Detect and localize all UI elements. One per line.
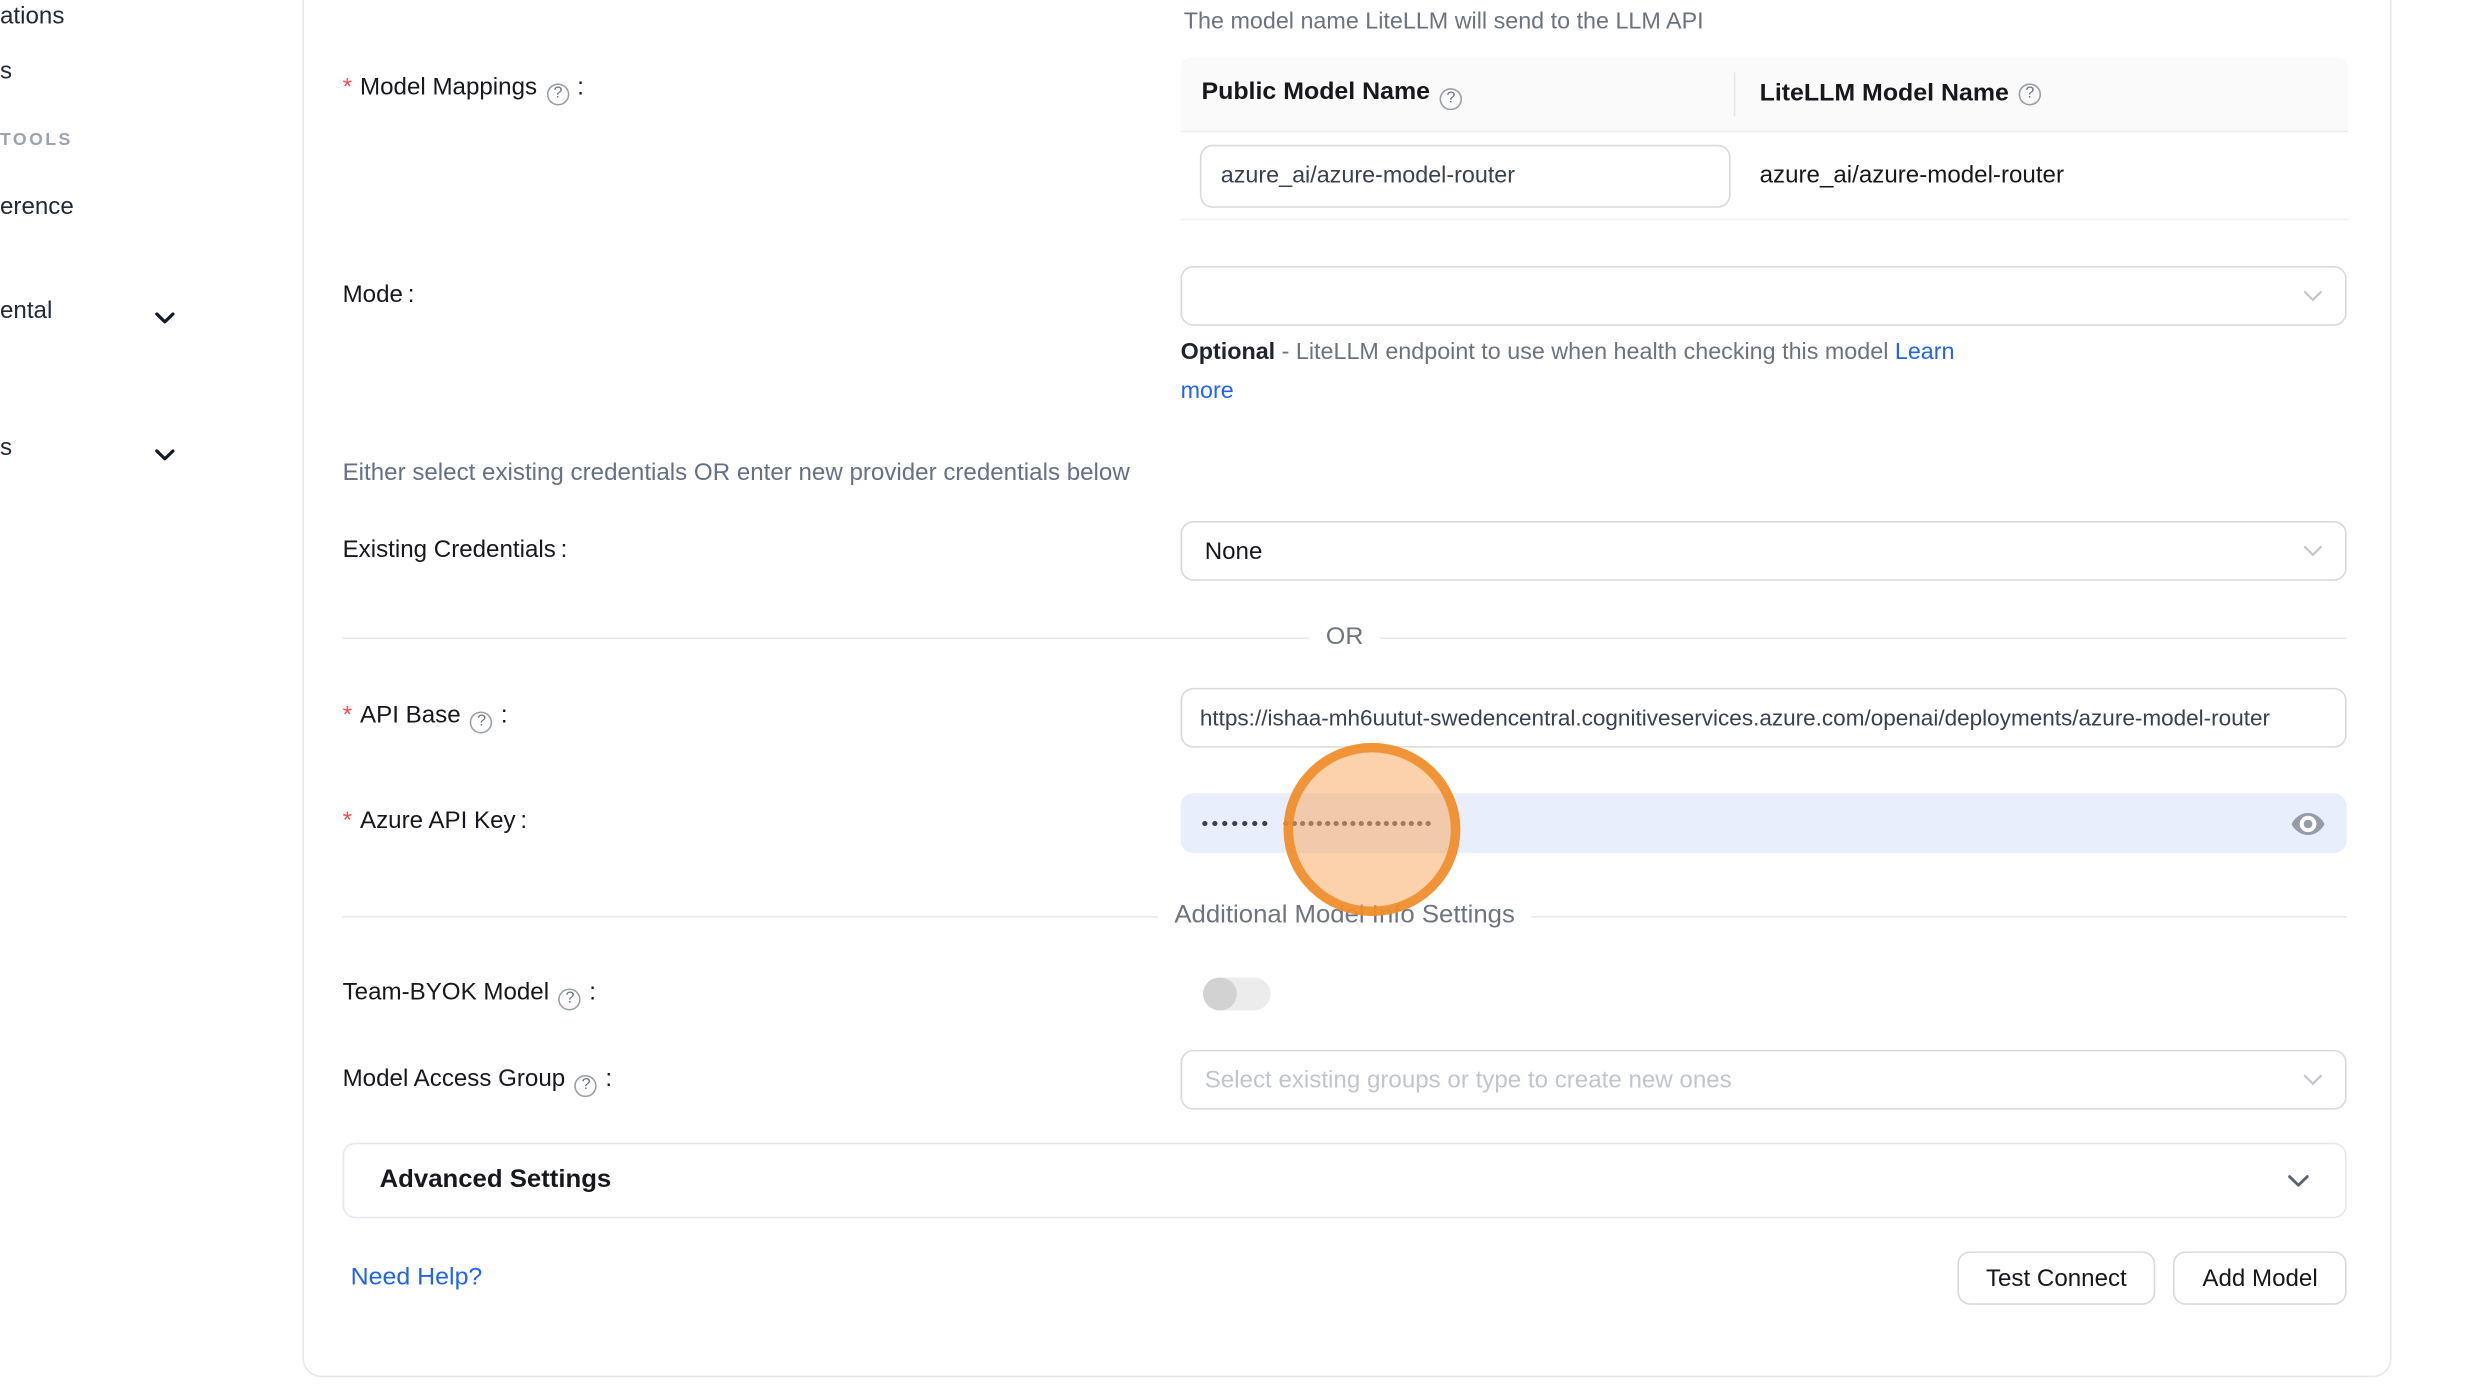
required-marker: * xyxy=(343,74,352,101)
sidebar: ations s TOOLS erence ental s xyxy=(0,0,302,1385)
sidebar-item-inference[interactable]: erence xyxy=(0,194,74,221)
model-name-helper-text: The model name LiteLLM will send to the … xyxy=(1184,9,1704,34)
help-icon[interactable]: ? xyxy=(547,83,570,105)
test-connect-button[interactable]: Test Connect xyxy=(1957,1251,2156,1305)
add-model-button[interactable]: Add Model xyxy=(2173,1251,2346,1305)
column-header-text: Public Model Name xyxy=(1201,78,1430,105)
chevron-down-icon xyxy=(154,441,175,468)
sidebar-item-label: ations xyxy=(0,3,64,30)
model-access-group-placeholder: Select existing groups or type to create… xyxy=(1205,1066,1732,1093)
page: ations s TOOLS erence ental s The model … xyxy=(0,0,2477,1385)
mode-help-text: Optional - LiteLLM endpoint to use when … xyxy=(1181,334,2017,413)
azure-api-key-label: * Azure API Key: xyxy=(343,807,528,834)
sidebar-item-integrations[interactable]: ations xyxy=(0,3,64,30)
label-colon: : xyxy=(577,74,584,101)
learn-more-line1: Learn xyxy=(1895,340,1955,365)
existing-credentials-select[interactable]: None xyxy=(1181,521,2347,581)
sidebar-item-settings[interactable]: s xyxy=(0,434,193,461)
help-char: ? xyxy=(553,87,562,103)
help-char: ? xyxy=(477,715,486,731)
help-icon[interactable]: ? xyxy=(470,711,493,733)
help-char: ? xyxy=(566,992,575,1008)
model-mappings-table: Public Model Name? LiteLLM Model Name? a… xyxy=(1181,57,2349,221)
label-colon: : xyxy=(605,1066,612,1093)
sidebar-item-experimental[interactable]: ental xyxy=(0,297,193,324)
litellm-model-name-cell: azure_ai/azure-model-router xyxy=(1734,162,2348,189)
chevron-down-icon xyxy=(2303,290,2322,303)
mode-help-body: - LiteLLM endpoint to use when health ch… xyxy=(1275,340,1895,365)
label-colon: : xyxy=(408,282,415,309)
label-colon: : xyxy=(561,537,568,564)
team-byok-label: Team-BYOK Model?: xyxy=(343,979,596,1010)
column-header-litellm-model-name: LiteLLM Model Name? xyxy=(1734,72,2348,116)
help-char: ? xyxy=(2025,86,2034,102)
model-mappings-label: * Model Mappings?: xyxy=(343,74,584,105)
divider-line xyxy=(1379,637,2346,639)
click-indicator-circle xyxy=(1284,743,1461,916)
table-row: azure_ai/azure-model-router xyxy=(1181,132,2349,220)
label-text: Mode xyxy=(343,282,403,309)
help-icon[interactable]: ? xyxy=(575,1075,598,1097)
label-text: Model Access Group xyxy=(343,1066,566,1093)
need-help-link[interactable]: Need Help? xyxy=(351,1264,483,1292)
column-header-public-model-name: Public Model Name? xyxy=(1181,78,1734,109)
help-char: ? xyxy=(1447,91,1456,107)
toggle-knob xyxy=(1203,977,1237,1010)
label-text: Existing Credentials xyxy=(343,537,556,564)
label-text: Team-BYOK Model xyxy=(343,979,550,1006)
label-colon: : xyxy=(589,979,596,1006)
label-text: Azure API Key xyxy=(360,807,516,834)
api-base-input[interactable] xyxy=(1181,688,2347,748)
sidebar-item-label: erence xyxy=(0,194,74,221)
public-model-name-input[interactable] xyxy=(1200,144,1731,207)
chevron-down-icon xyxy=(2303,1073,2322,1086)
or-divider: OR xyxy=(343,623,2347,651)
sidebar-section-tools: TOOLS xyxy=(0,131,73,150)
label-colon: : xyxy=(520,807,527,834)
masked-key-dots: ••••••• xyxy=(1201,812,1271,834)
chevron-down-icon xyxy=(2303,545,2322,558)
divider-line xyxy=(1531,915,2347,917)
footer-buttons: Test Connect Add Model xyxy=(1181,1251,2347,1305)
help-icon[interactable]: ? xyxy=(2019,83,2042,105)
api-base-label: * API Base?: xyxy=(343,702,508,733)
sidebar-item-models[interactable]: s xyxy=(0,58,12,85)
required-marker: * xyxy=(343,807,352,834)
help-icon[interactable]: ? xyxy=(1440,87,1463,109)
model-access-group-label: Model Access Group?: xyxy=(343,1066,613,1097)
chevron-down-icon xyxy=(154,304,175,331)
label-text: API Base xyxy=(360,702,461,729)
advanced-settings-title: Advanced Settings xyxy=(380,1166,612,1194)
label-text: Model Mappings xyxy=(360,74,537,101)
model-access-group-select[interactable]: Select existing groups or type to create… xyxy=(1181,1050,2347,1110)
team-byok-toggle[interactable] xyxy=(1203,977,1271,1010)
column-header-text: LiteLLM Model Name xyxy=(1760,79,2009,107)
required-marker: * xyxy=(343,702,352,729)
help-icon[interactable]: ? xyxy=(559,988,582,1010)
credentials-note: Either select existing credentials OR en… xyxy=(343,460,1130,487)
learn-more-line2: more xyxy=(1181,379,1234,404)
mode-select[interactable] xyxy=(1181,266,2347,326)
sidebar-item-label: ental xyxy=(0,297,52,324)
sidebar-section-label: TOOLS xyxy=(0,131,73,150)
label-colon: : xyxy=(501,702,508,729)
table-header-row: Public Model Name? LiteLLM Model Name? xyxy=(1181,57,2349,133)
chevron-down-icon xyxy=(2287,1173,2310,1187)
advanced-settings-panel[interactable]: Advanced Settings xyxy=(343,1143,2347,1219)
eye-icon[interactable] xyxy=(2290,810,2325,837)
divider-line xyxy=(343,637,1310,639)
sidebar-item-label: s xyxy=(0,58,12,85)
sidebar-item-label: s xyxy=(0,434,12,461)
public-model-name-cell xyxy=(1181,144,1734,207)
optional-emphasis: Optional xyxy=(1181,340,1276,365)
existing-credentials-value: None xyxy=(1205,538,1263,565)
or-divider-text: OR xyxy=(1326,623,1363,651)
divider-line xyxy=(343,915,1159,917)
existing-credentials-label: Existing Credentials: xyxy=(343,537,568,564)
mode-label: Mode: xyxy=(343,282,415,309)
help-char: ? xyxy=(582,1078,591,1094)
